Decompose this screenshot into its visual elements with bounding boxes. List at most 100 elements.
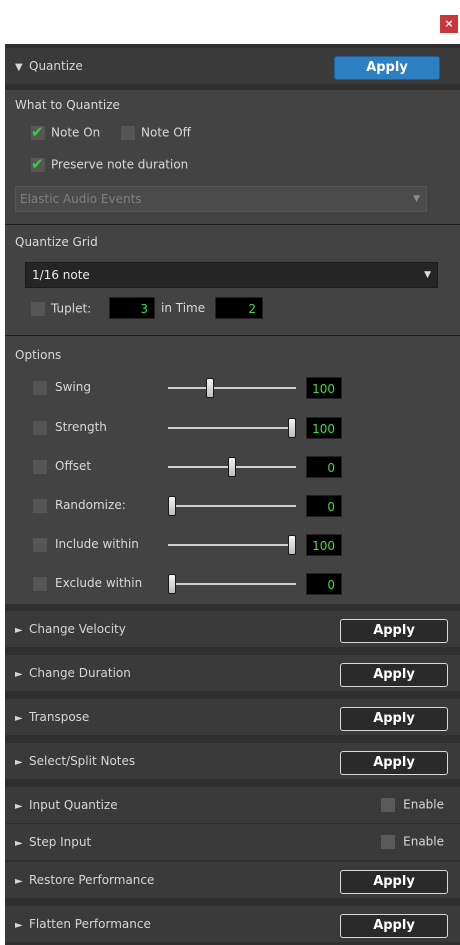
grid-value-dropdown[interactable]: 1/16 note ▼ bbox=[25, 262, 438, 288]
transpose-apply-button[interactable]: Apply bbox=[340, 707, 448, 731]
swing-slider[interactable] bbox=[168, 387, 296, 389]
what-to-quantize-group: What to Quantize Note On Note Off Preser… bbox=[5, 90, 460, 223]
randomize-value-field[interactable]: 0 bbox=[306, 495, 342, 517]
swing-checkbox[interactable] bbox=[33, 381, 47, 395]
change-velocity-header[interactable]: ► Change Velocity Apply bbox=[5, 611, 460, 647]
include-within-label: Include within bbox=[55, 537, 139, 551]
restore-performance-header[interactable]: ► Restore Performance Apply bbox=[5, 862, 460, 898]
quantize-title: Quantize bbox=[29, 59, 83, 73]
exclude-within-value-field[interactable]: 0 bbox=[306, 573, 342, 595]
quantize-grid-label: Quantize Grid bbox=[15, 235, 98, 249]
strength-slider-thumb[interactable] bbox=[288, 418, 296, 438]
close-button[interactable]: × bbox=[440, 15, 458, 33]
select-split-notes-title: Select/Split Notes bbox=[29, 754, 136, 768]
randomize-label: Randomize: bbox=[55, 498, 126, 512]
quantize-apply-button[interactable]: Apply bbox=[334, 56, 440, 80]
offset-row: Offset 0 bbox=[31, 455, 446, 479]
in-time-label: in Time bbox=[161, 301, 206, 315]
step-input-header[interactable]: ► Step Input Enable bbox=[5, 824, 460, 860]
collapsed-triangle-icon: ► bbox=[15, 838, 23, 849]
preserve-duration-label: Preserve note duration bbox=[51, 157, 189, 172]
flatten-performance-apply-button[interactable]: Apply bbox=[340, 914, 448, 938]
strength-slider[interactable] bbox=[168, 427, 296, 429]
step-input-title: Step Input bbox=[29, 835, 92, 849]
input-quantize-enable-checkbox[interactable]: Enable bbox=[381, 797, 444, 812]
change-duration-apply-button[interactable]: Apply bbox=[340, 663, 448, 687]
exclude-within-slider-thumb[interactable] bbox=[168, 574, 176, 594]
quantize-grid-group: Quantize Grid 1/16 note ▼ Tuplet: 3 in T… bbox=[5, 224, 460, 334]
offset-label: Offset bbox=[55, 459, 92, 473]
elastic-audio-dropdown[interactable]: Elastic Audio Events ▼ bbox=[15, 186, 427, 212]
collapsed-triangle-icon: ► bbox=[15, 920, 23, 931]
swing-value-field[interactable]: 100 bbox=[306, 377, 342, 399]
strength-checkbox[interactable] bbox=[33, 421, 47, 435]
change-duration-header[interactable]: ► Change Duration Apply bbox=[5, 655, 460, 691]
dropdown-arrow-icon: ▼ bbox=[424, 270, 431, 280]
collapsed-triangle-icon: ► bbox=[15, 713, 23, 724]
include-within-checkbox[interactable] bbox=[33, 538, 47, 552]
collapsed-triangle-icon: ► bbox=[15, 876, 23, 887]
elastic-audio-value: Elastic Audio Events bbox=[20, 192, 142, 206]
midi-editor-panel: ▼ Quantize Apply What to Quantize Note On… bbox=[5, 44, 460, 945]
note-off-check-icon bbox=[121, 125, 135, 140]
input-quantize-title: Input Quantize bbox=[29, 798, 118, 812]
change-velocity-title: Change Velocity bbox=[29, 622, 126, 636]
flatten-performance-header[interactable]: ► Flatten Performance Apply bbox=[5, 906, 460, 942]
transpose-title: Transpose bbox=[29, 710, 90, 724]
options-label: Options bbox=[15, 348, 62, 362]
change-velocity-apply-button[interactable]: Apply bbox=[340, 619, 448, 643]
restore-performance-apply-button[interactable]: Apply bbox=[340, 870, 448, 894]
note-off-label: Note Off bbox=[141, 125, 191, 140]
tuplet-value-field[interactable]: 3 bbox=[109, 297, 155, 319]
randomize-slider[interactable] bbox=[168, 505, 296, 507]
swing-slider-thumb[interactable] bbox=[206, 378, 215, 398]
dropdown-arrow-icon: ▼ bbox=[413, 194, 420, 204]
note-off-checkbox[interactable]: Note Off bbox=[121, 125, 191, 140]
strength-row: Strength 100 bbox=[31, 416, 446, 440]
collapsed-triangle-icon: ► bbox=[15, 801, 23, 812]
quantize-body: What to Quantize Note On Note Off Preser… bbox=[5, 90, 460, 604]
select-split-notes-apply-button[interactable]: Apply bbox=[340, 751, 448, 775]
offset-value-field[interactable]: 0 bbox=[306, 456, 342, 478]
collapsed-triangle-icon: ► bbox=[15, 669, 23, 680]
exclude-within-slider[interactable] bbox=[168, 583, 296, 585]
options-group: Options Swing 100 Strength 100 Offset 0 … bbox=[5, 335, 460, 604]
note-on-checkbox[interactable]: Note On bbox=[31, 123, 101, 141]
randomize-slider-thumb[interactable] bbox=[168, 496, 176, 516]
enable-check-icon bbox=[381, 834, 396, 849]
offset-slider-thumb[interactable] bbox=[228, 457, 236, 477]
step-input-enable-checkbox[interactable]: Enable bbox=[381, 834, 444, 849]
input-quantize-enable-label: Enable bbox=[403, 797, 444, 812]
note-on-check-icon bbox=[31, 123, 45, 141]
note-on-label: Note On bbox=[51, 125, 101, 140]
enable-check-icon bbox=[381, 797, 396, 812]
offset-checkbox[interactable] bbox=[33, 460, 47, 474]
restore-performance-title: Restore Performance bbox=[29, 873, 155, 887]
exclude-within-checkbox[interactable] bbox=[33, 577, 47, 591]
select-split-notes-header[interactable]: ► Select/Split Notes Apply bbox=[5, 743, 460, 779]
swing-label: Swing bbox=[55, 380, 91, 394]
include-within-value-field[interactable]: 100 bbox=[306, 534, 342, 556]
include-within-slider[interactable] bbox=[168, 544, 296, 546]
transpose-header[interactable]: ► Transpose Apply bbox=[5, 699, 460, 735]
randomize-row: Randomize: 0 bbox=[31, 494, 446, 518]
in-time-value-field[interactable]: 2 bbox=[215, 297, 263, 319]
preserve-duration-checkbox[interactable]: Preserve note duration bbox=[31, 155, 189, 173]
preserve-check-icon bbox=[31, 155, 45, 173]
change-duration-title: Change Duration bbox=[29, 666, 131, 680]
collapsed-triangle-icon: ► bbox=[15, 757, 23, 768]
exclude-within-label: Exclude within bbox=[55, 576, 143, 590]
include-within-slider-thumb[interactable] bbox=[288, 535, 296, 555]
swing-row: Swing 100 bbox=[31, 376, 446, 400]
input-quantize-header[interactable]: ► Input Quantize Enable bbox=[5, 787, 460, 823]
randomize-checkbox[interactable] bbox=[33, 499, 47, 513]
strength-value-field[interactable]: 100 bbox=[306, 417, 342, 439]
include-within-row: Include within 100 bbox=[31, 533, 446, 557]
exclude-within-row: Exclude within 0 bbox=[31, 572, 446, 596]
quantize-section-header[interactable]: ▼ Quantize Apply bbox=[5, 48, 460, 84]
tuplet-checkbox[interactable]: Tuplet: bbox=[31, 301, 91, 316]
what-to-quantize-label: What to Quantize bbox=[15, 98, 120, 112]
grid-value: 1/16 note bbox=[32, 268, 90, 282]
flatten-performance-title: Flatten Performance bbox=[29, 917, 151, 931]
window-titlebar: × bbox=[0, 0, 460, 44]
